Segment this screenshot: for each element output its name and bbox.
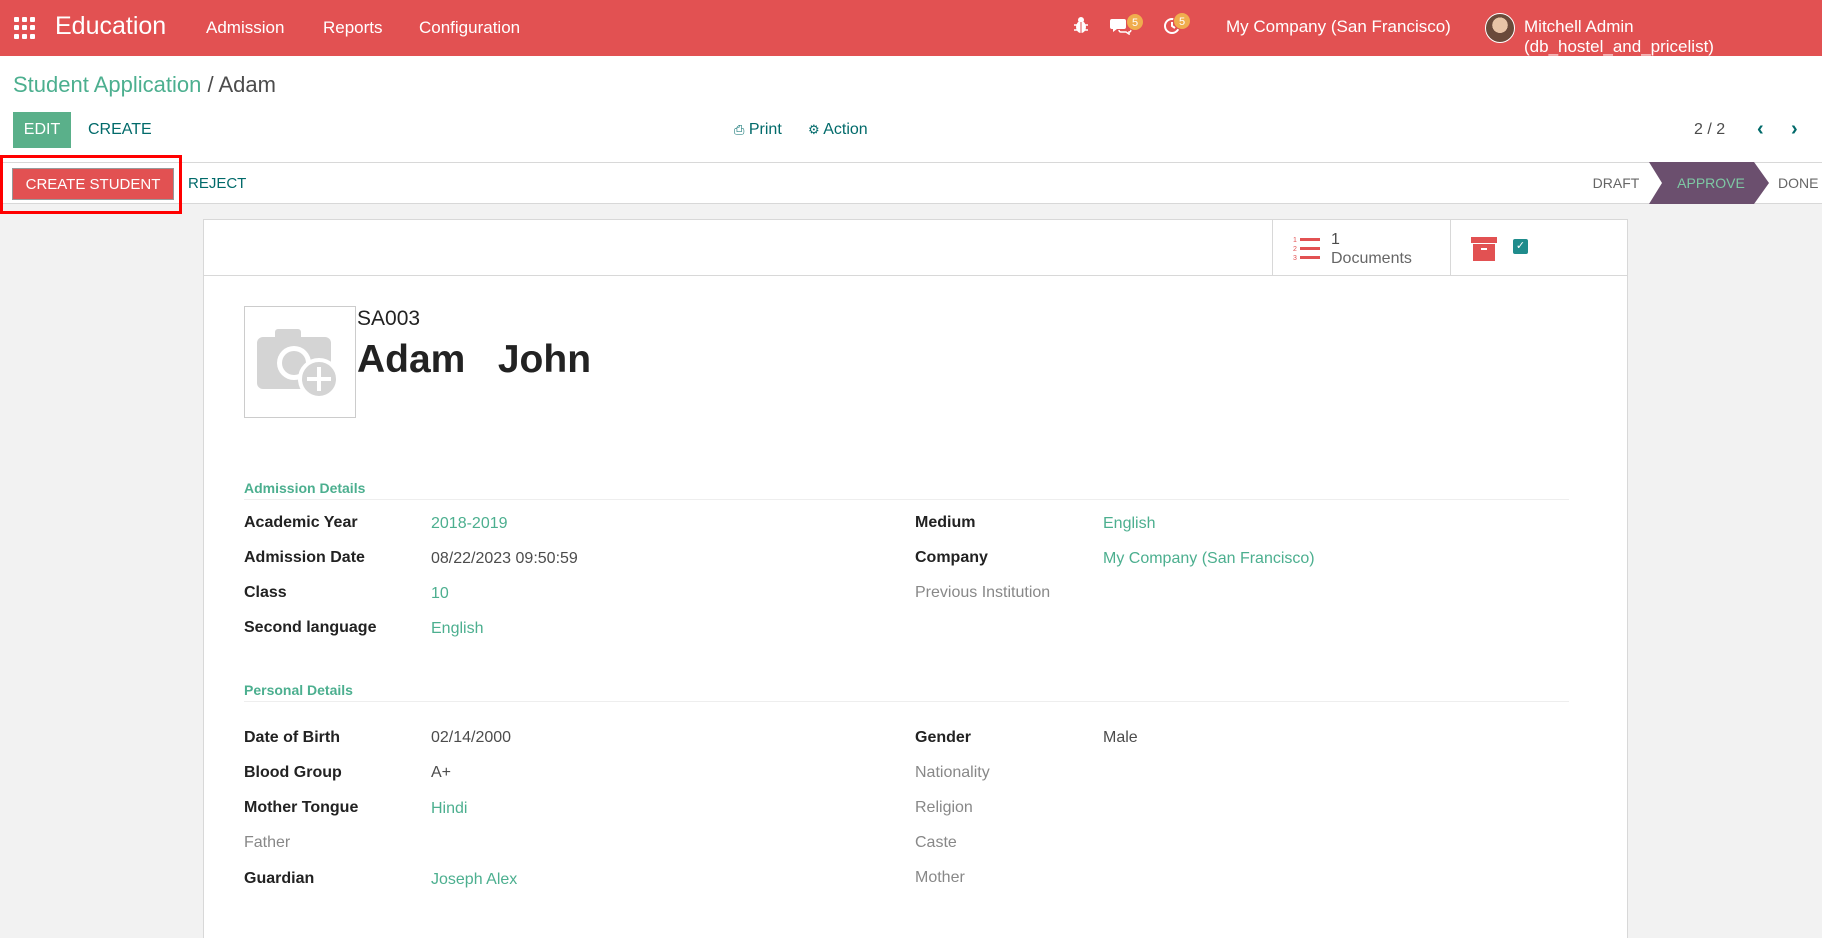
- action-label: Action: [823, 121, 868, 138]
- mother-label: Mother: [915, 869, 965, 886]
- smart-button-box: 1 2 3 1 Documents ✓: [204, 220, 1627, 276]
- blood-group-label: Blood Group: [244, 764, 342, 781]
- admission-details-title: Admission Details: [244, 480, 366, 496]
- svg-text:1: 1: [1293, 237, 1297, 244]
- date-of-birth-label: Date of Birth: [244, 729, 340, 746]
- user-avatar[interactable]: [1485, 13, 1515, 43]
- status-bar: [0, 162, 1822, 204]
- print-label: Print: [748, 121, 782, 138]
- svg-text:3: 3: [1293, 255, 1297, 262]
- company-value[interactable]: My Company (San Francisco): [1103, 550, 1315, 568]
- nationality-label: Nationality: [915, 764, 990, 781]
- pager-previous-icon[interactable]: ‹: [1757, 118, 1764, 141]
- academic-year-label: Academic Year: [244, 514, 358, 531]
- date-of-birth-value: 02/14/2000: [431, 729, 512, 746]
- guardian-value[interactable]: Joseph Alex: [431, 871, 517, 889]
- archive-box-icon: [1471, 237, 1497, 261]
- second-language-value[interactable]: English: [431, 620, 483, 638]
- medium-value[interactable]: English: [1103, 515, 1155, 533]
- numbered-list-icon: 1 2 3: [1293, 237, 1320, 262]
- active-checkbox-icon[interactable]: ✓: [1513, 239, 1528, 254]
- archive-toggle-button[interactable]: ✓: [1450, 220, 1627, 275]
- control-panel: Student Application / Adam EDIT CREATE ⎙…: [0, 56, 1822, 162]
- previous-institution-label: Previous Institution: [915, 584, 1051, 601]
- personal-details-title: Personal Details: [244, 682, 353, 698]
- breadcrumb-current: Adam: [218, 72, 276, 97]
- messages-count-badge: 5: [1126, 13, 1144, 31]
- breadcrumb-separator: /: [201, 72, 219, 97]
- class-label: Class: [244, 584, 287, 601]
- second-language-label: Second language: [244, 619, 377, 636]
- stage-done[interactable]: DONE: [1778, 162, 1822, 204]
- menu-admission[interactable]: Admission: [206, 18, 284, 38]
- stage-approve[interactable]: APPROVE: [1662, 162, 1760, 204]
- medium-label: Medium: [915, 514, 976, 531]
- father-label: Father: [244, 834, 291, 851]
- activities-count-badge: 5: [1173, 12, 1191, 30]
- company-label: Company: [915, 549, 988, 566]
- admission-date-label: Admission Date: [244, 549, 365, 566]
- pager-next-icon[interactable]: ›: [1791, 118, 1798, 141]
- gender-label: Gender: [915, 729, 972, 746]
- reject-button[interactable]: REJECT: [188, 175, 246, 192]
- user-menu[interactable]: Mitchell Admin (db_hostel_and_pricelist): [1524, 17, 1822, 57]
- print-button[interactable]: ⎙ Print: [734, 121, 782, 139]
- print-icon: ⎙: [734, 122, 745, 137]
- company-switcher[interactable]: My Company (San Francisco): [1226, 17, 1451, 37]
- svg-text:2: 2: [1293, 246, 1297, 253]
- menu-configuration[interactable]: Configuration: [419, 18, 520, 38]
- application-code: SA003: [357, 307, 421, 330]
- action-button[interactable]: ⚙ Action: [808, 121, 868, 139]
- create-student-button[interactable]: CREATE STUDENT: [12, 168, 174, 200]
- blood-group-value: A+: [431, 764, 452, 781]
- personal-divider: [244, 701, 1569, 702]
- caste-label: Caste: [915, 834, 957, 851]
- app-brand[interactable]: Education: [55, 12, 166, 41]
- documents-smart-button[interactable]: 1 2 3 1 Documents: [1272, 220, 1450, 275]
- religion-label: Religion: [915, 799, 973, 816]
- form-sheet: 1 2 3 1 Documents ✓ SA003 Adam John Admi…: [203, 219, 1628, 938]
- mother-tongue-value[interactable]: Hindi: [431, 800, 467, 818]
- documents-count: 1: [1331, 231, 1340, 248]
- guardian-label: Guardian: [244, 870, 315, 887]
- debug-bug-icon[interactable]: [1073, 16, 1089, 39]
- top-navbar: Education Admission Reports Configuratio…: [0, 0, 1822, 56]
- gender-value: Male: [1103, 729, 1138, 746]
- class-value[interactable]: 10: [431, 585, 449, 603]
- student-photo-placeholder[interactable]: [244, 306, 356, 418]
- edit-button[interactable]: EDIT: [13, 112, 71, 148]
- documents-label: Documents: [1331, 250, 1412, 267]
- gear-icon: ⚙: [808, 122, 820, 137]
- pager-value[interactable]: 2 / 2: [1694, 121, 1725, 139]
- admission-date-value: 08/22/2023 09:50:59: [431, 550, 578, 567]
- breadcrumb: Student Application / Adam: [13, 72, 276, 98]
- create-button[interactable]: CREATE: [88, 112, 152, 148]
- breadcrumb-parent[interactable]: Student Application: [13, 72, 201, 97]
- mother-tongue-label: Mother Tongue: [244, 799, 359, 816]
- academic-year-value[interactable]: 2018-2019: [431, 515, 508, 533]
- stage-draft[interactable]: DRAFT: [1585, 162, 1647, 204]
- camera-add-icon: [257, 329, 340, 400]
- apps-grid-icon[interactable]: [14, 17, 36, 39]
- admission-divider: [244, 499, 1569, 500]
- menu-reports[interactable]: Reports: [323, 18, 383, 38]
- student-name: Adam John: [357, 338, 592, 381]
